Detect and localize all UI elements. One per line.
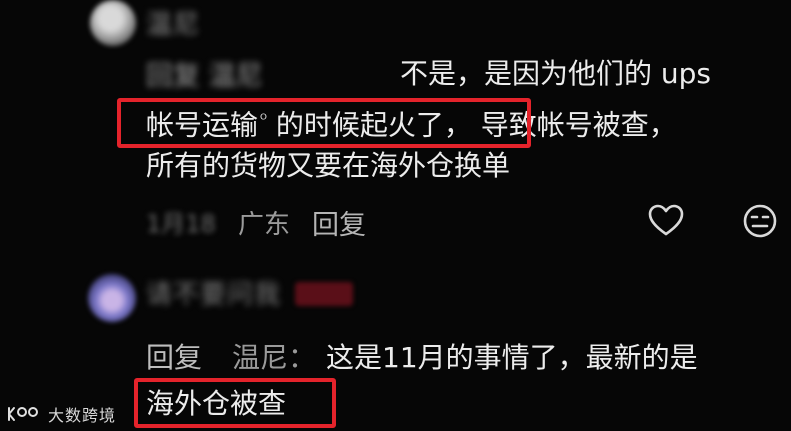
neutral-face-icon[interactable]: [741, 202, 779, 240]
reply-prefix: 回复: [146, 61, 200, 92]
highlight-box: [134, 378, 336, 428]
comment-location: 广东: [238, 210, 291, 240]
reply-text-line-3: 所有的货物又要在海外仓换单: [146, 149, 511, 182]
comment-date: 1月18: [146, 210, 216, 238]
dashu-logo-icon: [8, 407, 38, 421]
reply-target[interactable]: 温尼：: [232, 340, 316, 376]
watermark-text: 大数跨境: [48, 406, 117, 425]
watermark: 大数跨境: [6, 402, 116, 426]
reply-header: 回复 温尼: [146, 54, 263, 93]
highlight-box: [117, 98, 531, 148]
user-avatar[interactable]: [88, 274, 136, 322]
comment-thread: 温尼 回复 温尼 不是，是因为他们的 ups 帐号运输 ᴼ 的时候起火了， 导致帐…: [0, 0, 791, 431]
reply-button[interactable]: 回复: [312, 203, 366, 242]
reply-text-line-1: 不是，是因为他们的 ups: [400, 57, 712, 90]
user-avatar[interactable]: [90, 0, 136, 46]
reply-target[interactable]: 温尼: [209, 61, 263, 92]
reply-text-line-1: 这是11月的事情了，最新的是: [326, 341, 698, 374]
heart-icon[interactable]: [647, 202, 685, 240]
author-badge: [295, 282, 353, 306]
commenter-name[interactable]: 温尼: [146, 4, 200, 41]
commenter-name[interactable]: 请不要问我: [146, 274, 281, 311]
reply-prefix: 回复: [146, 341, 203, 374]
